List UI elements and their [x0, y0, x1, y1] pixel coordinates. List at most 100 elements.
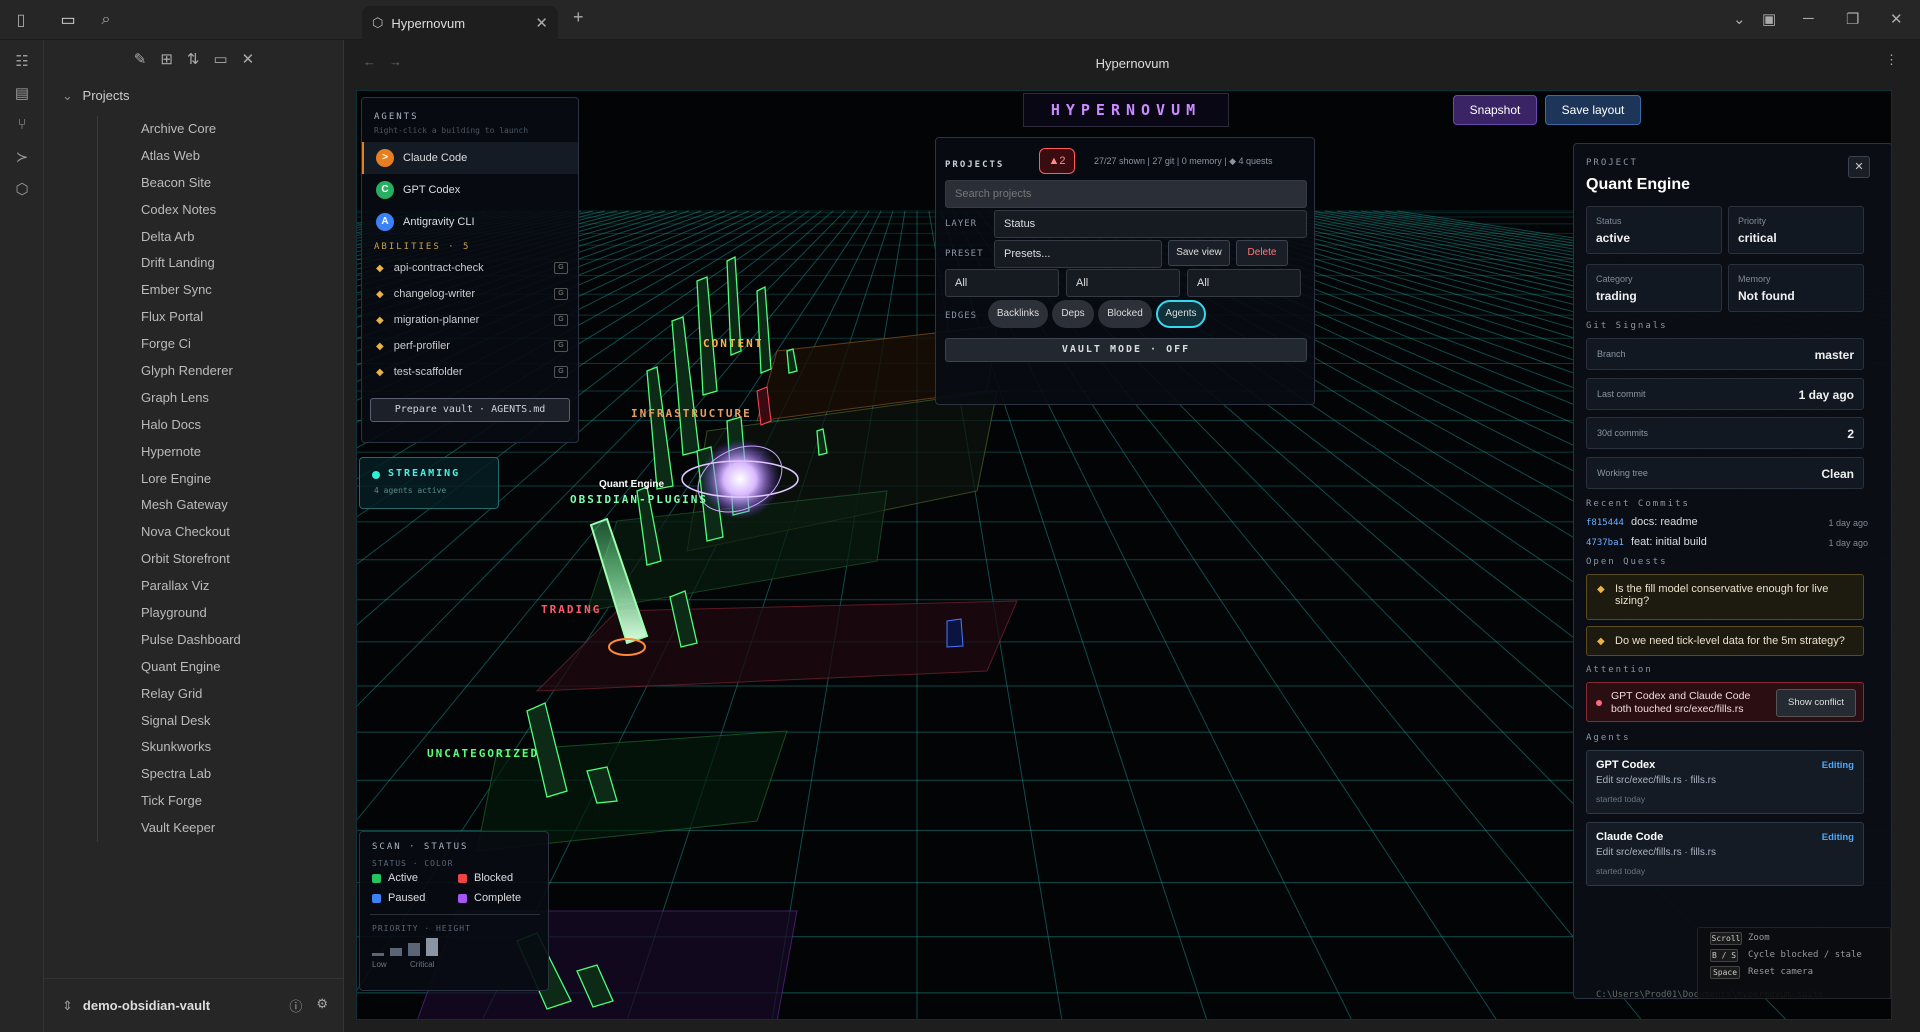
sidebar-file-item[interactable]: Halo Docs — [98, 412, 337, 439]
files-icon[interactable]: ☷ — [12, 52, 32, 72]
sidebar-file-item[interactable]: Parallax Viz — [98, 573, 337, 600]
filter-select-1[interactable]: All — [945, 269, 1059, 297]
new-note-icon[interactable]: ✎ — [134, 50, 147, 80]
more-options-icon[interactable]: ⋮ — [1885, 52, 1898, 68]
open-quests-title: Open Quests — [1586, 557, 1668, 567]
sidebar-file-item[interactable]: Signal Desk — [98, 708, 337, 735]
sidebar-file-item[interactable]: Quant Engine — [98, 654, 337, 681]
sidebar-file-item[interactable]: Nova Checkout — [98, 519, 337, 546]
tree-folder-projects[interactable]: ⌄ Projects — [62, 88, 130, 104]
quest-item[interactable]: ◆ Is the fill model conservative enough f… — [1586, 574, 1864, 620]
quest-item[interactable]: ◆ Do we need tick-level data for the 5m s… — [1586, 626, 1864, 656]
sidebar-file-item[interactable]: Graph Lens — [98, 385, 337, 412]
sidebar-file-item[interactable]: Forge Ci — [98, 331, 337, 358]
close-tab-icon[interactable]: ✕ — [535, 14, 548, 32]
search-projects-input[interactable]: Search projects — [945, 180, 1307, 208]
sidebar-file-item[interactable]: Skunkworks — [98, 734, 337, 761]
edge-deps[interactable]: Deps — [1052, 300, 1094, 328]
priority-bar-high — [408, 943, 420, 956]
help-icon[interactable]: ⓘ — [289, 996, 302, 1015]
alert-badge[interactable]: ▲2 — [1039, 148, 1075, 174]
graph-icon[interactable]: ⑂ — [12, 116, 32, 136]
sidebar-file-item[interactable]: Mesh Gateway — [98, 492, 337, 519]
commit-row[interactable]: 4737ba1 feat: initial build 1 day ago — [1586, 536, 1868, 548]
close-panel-button[interactable]: ✕ — [1848, 156, 1870, 178]
folder-icon[interactable]: ▭ — [58, 10, 78, 30]
edge-blocked[interactable]: Blocked — [1098, 300, 1152, 328]
commit-row[interactable]: f815444 docs: readme 1 day ago — [1586, 516, 1868, 528]
sidebar-file-item[interactable]: Lore Engine — [98, 466, 337, 493]
edge-agents[interactable]: Agents — [1156, 300, 1206, 328]
close-window-icon[interactable]: ✕ — [1890, 10, 1903, 28]
sidebar-file-item[interactable]: Glyph Renderer — [98, 358, 337, 385]
layer-select[interactable]: Status — [994, 210, 1307, 238]
sidebar-toggle-icon[interactable]: ▯ — [11, 10, 31, 30]
snapshot-button[interactable]: Snapshot — [1453, 95, 1537, 125]
legend-label: Paused — [388, 892, 426, 904]
minimize-icon[interactable]: ─ — [1803, 10, 1814, 27]
ability-item[interactable]: ◆ api-contract-check G — [362, 255, 578, 281]
preset-select[interactable]: Presets... — [994, 240, 1162, 268]
cube-icon[interactable]: ⬡ — [12, 180, 32, 200]
tab-hypernovum[interactable]: ⬡ Hypernovum ✕ — [362, 6, 558, 40]
sidebar-file-item[interactable]: Delta Arb — [98, 224, 337, 251]
new-tab-icon[interactable]: + — [573, 7, 584, 28]
agent-launcher-item[interactable]: > Claude Code — [362, 142, 578, 174]
ability-item[interactable]: ◆ test-scaffolder G — [362, 359, 578, 385]
sidebar-file-item[interactable]: Beacon Site — [98, 170, 337, 197]
sidebar-file-item[interactable]: Hypernote — [98, 439, 337, 466]
sidebar-file-item[interactable]: Vault Keeper — [98, 815, 337, 842]
search-icon[interactable]: ⌕ — [96, 10, 116, 30]
save-layout-button[interactable]: Save layout — [1545, 95, 1641, 125]
close-icon[interactable]: ✕ — [242, 50, 255, 80]
agent-launcher-item[interactable]: A Antigravity CLI — [362, 206, 578, 238]
sidebar-file-item[interactable]: Atlas Web — [98, 143, 337, 170]
ability-item[interactable]: ◆ migration-planner G — [362, 307, 578, 333]
sidebar-file-item[interactable]: Spectra Lab — [98, 761, 337, 788]
priority-bar-low — [372, 953, 384, 956]
collapse-icon[interactable]: ▭ — [213, 50, 227, 80]
sidebar-file-item[interactable]: Flux Portal — [98, 304, 337, 331]
agents-title: Agents — [1586, 733, 1631, 743]
agent-card[interactable]: Claude Code Editing Edit src/exec/fills.… — [1586, 822, 1864, 886]
sidebar-file-item[interactable]: Orbit Storefront — [98, 546, 337, 573]
vault-mode-toggle[interactable]: VAULT MODE · OFF — [945, 338, 1307, 362]
sidebar-file-item[interactable]: Relay Grid — [98, 681, 337, 708]
layout-icon[interactable]: ▣ — [1762, 10, 1776, 28]
sidebar-file-item[interactable]: Ember Sync — [98, 277, 337, 304]
sort-icon[interactable]: ⇅ — [187, 50, 200, 80]
priority-bars — [372, 938, 452, 956]
delete-button[interactable]: Delete — [1236, 240, 1288, 266]
view-title: Hypernovum — [1095, 56, 1170, 71]
maximize-icon[interactable]: ❐ — [1846, 10, 1859, 28]
filter-select-2[interactable]: All — [1066, 269, 1180, 297]
agent-card[interactable]: GPT Codex Editing Edit src/exec/fills.rs… — [1586, 750, 1864, 814]
save-view-button[interactable]: Save view — [1168, 240, 1230, 266]
title-bar: ▯ ▭ ⌕ ⬡ Hypernovum ✕ + ⌄ ▣ ─ ❐ ✕ — [0, 0, 1920, 40]
city-scene[interactable]: CONTENT INFRASTRUCTURE Quant Engine OBSI… — [356, 90, 1892, 1020]
terminal-icon[interactable]: ≻ — [12, 148, 32, 168]
agent-name: GPT Codex — [1596, 759, 1656, 771]
filter-select-3[interactable]: All — [1187, 269, 1301, 297]
edge-backlinks[interactable]: Backlinks — [988, 300, 1048, 328]
recent-commits-title: Recent Commits — [1586, 499, 1690, 509]
note-icon[interactable]: ▤ — [12, 84, 32, 104]
vault-switcher[interactable]: ⇕ demo-obsidian-vault ⓘ ⚙ — [44, 978, 344, 1032]
sidebar-file-item[interactable]: Tick Forge — [98, 788, 337, 815]
sidebar-file-item[interactable]: Codex Notes — [98, 197, 337, 224]
new-folder-icon[interactable]: ⊞ — [160, 50, 173, 80]
ability-item[interactable]: ◆ perf-profiler G — [362, 333, 578, 359]
show-conflict-button[interactable]: Show conflict — [1776, 689, 1856, 717]
settings-icon[interactable]: ⚙ — [316, 996, 328, 1015]
legend-label: Active — [388, 872, 418, 884]
ability-key: G — [554, 340, 568, 352]
chevron-down-icon[interactable]: ⌄ — [1733, 10, 1746, 28]
shortcut-hints: Scroll Zoom B / S Cycle blocked / stale … — [1697, 927, 1891, 999]
prepare-vault-button[interactable]: Prepare vault · AGENTS.md — [370, 398, 570, 422]
ability-item[interactable]: ◆ changelog-writer G — [362, 281, 578, 307]
sidebar-file-item[interactable]: Archive Core — [98, 116, 337, 143]
agent-launcher-item[interactable]: C GPT Codex — [362, 174, 578, 206]
sidebar-file-item[interactable]: Drift Landing — [98, 250, 337, 277]
sidebar-file-item[interactable]: Pulse Dashboard — [98, 627, 337, 654]
sidebar-file-item[interactable]: Playground — [98, 600, 337, 627]
